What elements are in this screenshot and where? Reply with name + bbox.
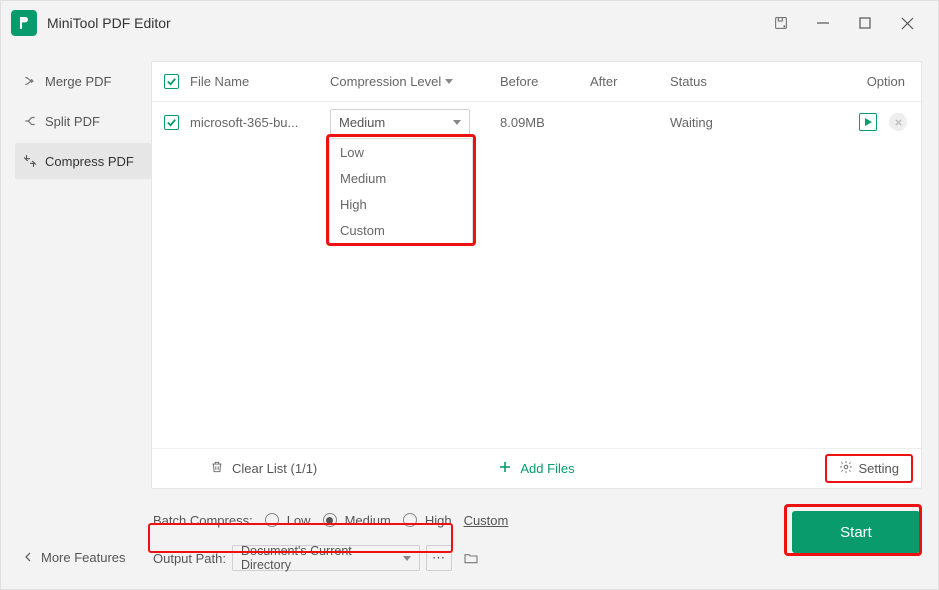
select-all-checkbox[interactable]: [164, 74, 179, 89]
table-header: File Name Compression Level Before After…: [152, 62, 921, 102]
dropdown-item-low[interactable]: Low: [330, 139, 472, 165]
header-before: Before: [500, 74, 590, 89]
more-features-button[interactable]: More Features: [15, 538, 151, 589]
minimize-button[interactable]: [814, 14, 832, 32]
plus-icon: [498, 460, 512, 477]
dropdown-item-medium[interactable]: Medium: [330, 165, 472, 191]
sidebar-item-label: Merge PDF: [45, 74, 111, 89]
sidebar-item-label: Split PDF: [45, 114, 100, 129]
header-status: Status: [670, 74, 850, 89]
header-option: Option: [850, 74, 921, 89]
dropdown-item-high[interactable]: High: [330, 191, 472, 217]
compression-level-select[interactable]: Medium: [330, 109, 470, 135]
batch-radio-medium[interactable]: Medium: [323, 513, 391, 528]
close-button[interactable]: [898, 14, 916, 32]
window-controls: [772, 14, 928, 32]
setting-button[interactable]: Setting: [831, 457, 907, 480]
add-files-button[interactable]: Add Files: [498, 460, 574, 477]
caret-down-icon: [445, 79, 453, 84]
batch-custom-link[interactable]: Custom: [464, 513, 509, 528]
row-checkbox[interactable]: [164, 115, 179, 130]
sidebar-item-label: Compress PDF: [45, 154, 134, 169]
trash-icon: [210, 460, 224, 477]
batch-label: Batch Compress:: [153, 513, 253, 528]
clear-list-button[interactable]: Clear List (1/1): [210, 460, 317, 477]
start-button[interactable]: Start: [792, 511, 920, 553]
header-level[interactable]: Compression Level: [330, 74, 500, 89]
cell-status: Waiting: [670, 115, 850, 130]
header-filename: File Name: [190, 74, 330, 89]
app-window: MiniTool PDF Editor Merge PDF: [0, 0, 939, 590]
row-remove-button[interactable]: [889, 113, 907, 131]
caret-down-icon: [453, 120, 461, 125]
caret-down-icon: [403, 556, 411, 561]
output-path-select[interactable]: Document's Current Directory: [232, 545, 420, 571]
save-icon[interactable]: [772, 14, 790, 32]
compression-level-dropdown: Low Medium High Custom: [329, 138, 473, 244]
chevron-left-icon: [23, 550, 33, 565]
batch-compress-row: Batch Compress: Low Medium High Custom: [153, 507, 792, 533]
app-title: MiniTool PDF Editor: [47, 15, 171, 31]
compress-icon: [23, 154, 37, 168]
sidebar-item-compress[interactable]: Compress PDF: [15, 143, 151, 179]
sidebar-item-split[interactable]: Split PDF: [15, 103, 151, 139]
browse-button[interactable]: ⋯: [426, 545, 452, 571]
open-folder-button[interactable]: [458, 545, 484, 571]
titlebar: MiniTool PDF Editor: [1, 1, 938, 45]
more-features-label: More Features: [41, 550, 126, 565]
app-logo: [11, 10, 37, 36]
bottom-controls: Batch Compress: Low Medium High Custom O…: [151, 489, 922, 573]
cell-before: 8.09MB: [500, 115, 590, 130]
output-label: Output Path:: [153, 551, 226, 566]
header-after: After: [590, 74, 670, 89]
maximize-button[interactable]: [856, 14, 874, 32]
split-icon: [23, 114, 37, 128]
gear-icon: [839, 460, 853, 477]
table-footer: Clear List (1/1) Add Files: [152, 448, 921, 488]
output-path-row: Output Path: Document's Current Director…: [153, 543, 792, 573]
table-row: microsoft-365-bu... Medium 8.09MB Waitin…: [152, 102, 921, 142]
sidebar: Merge PDF Split PDF Compress PDF More Fe: [1, 45, 151, 589]
dropdown-item-custom[interactable]: Custom: [330, 217, 472, 243]
file-table: File Name Compression Level Before After…: [151, 61, 922, 489]
sidebar-item-merge[interactable]: Merge PDF: [15, 63, 151, 99]
main-panel: File Name Compression Level Before After…: [151, 45, 938, 589]
batch-radio-high[interactable]: High: [403, 513, 452, 528]
merge-icon: [23, 74, 37, 88]
batch-radio-low[interactable]: Low: [265, 513, 311, 528]
row-start-button[interactable]: [859, 113, 877, 131]
cell-filename: microsoft-365-bu...: [190, 115, 330, 130]
